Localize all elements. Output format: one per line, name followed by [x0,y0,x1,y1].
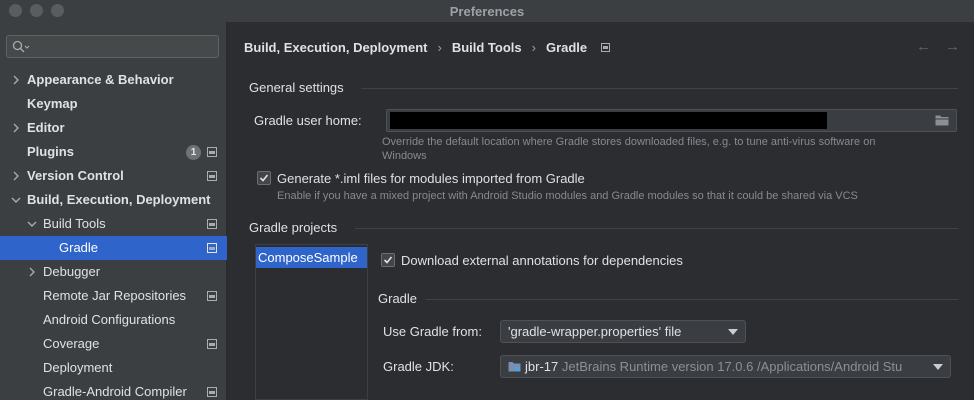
chevron-down-icon[interactable] [11,195,21,205]
jdk-folder-icon [508,362,521,372]
checkmark-icon [383,256,393,264]
jdk-detail: JetBrains Runtime version 17.0.6 /Applic… [561,359,903,374]
sidebar-item-label: Version Control [27,168,124,183]
settings-content: Build, Execution, Deployment › Build Too… [228,22,974,400]
selected-value: jbr-17 JetBrains Runtime version 17.0.6 … [508,359,902,374]
sidebar-item-remote-jar-repositories[interactable]: Remote Jar Repositories [0,284,227,308]
forward-arrow-icon[interactable]: → [945,38,960,55]
sidebar-item-appearance-behavior[interactable]: Appearance & Behavior [0,68,227,92]
window-title: Preferences [449,3,525,19]
sidebar-item-build-execution-deployment[interactable]: Build, Execution, Deployment [0,188,227,212]
minimize-window-button[interactable] [30,4,43,17]
project-level-icon [207,291,217,301]
project-level-icon [207,171,217,181]
sidebar-item-label: Gradle-Android Compiler [43,384,187,399]
back-arrow-icon[interactable]: ← [916,38,931,55]
breadcrumb-separator: › [531,40,536,55]
chevron-right-icon[interactable] [11,171,21,181]
generate-iml-label[interactable]: Generate *.iml files for modules importe… [277,171,585,186]
sidebar-item-build-tools[interactable]: Build Tools [0,212,227,236]
gradle-projects-list: ComposeSample [255,244,368,400]
sidebar-item-label: Build, Execution, Deployment [27,192,211,207]
gradle-user-home-label: Gradle user home: [254,113,362,128]
sidebar-item-label: Build Tools [43,216,106,231]
project-item-composesample[interactable]: ComposeSample [256,247,367,268]
sidebar-item-debugger[interactable]: Debugger [0,260,227,284]
gradle-projects-heading: Gradle projects [249,220,338,235]
gradle-jdk-label: Gradle JDK: [383,359,454,374]
folder-icon[interactable] [935,114,949,126]
download-annotations-checkbox[interactable] [381,253,395,267]
sidebar-item-label: Keymap [27,96,78,111]
sidebar-item-label: Debugger [43,264,101,279]
sidebar-item-gradle-android-compiler[interactable]: Gradle-Android Compiler [0,380,227,400]
chevron-down-icon[interactable] [27,219,37,229]
sidebar-item-label: Plugins [27,144,74,159]
breadcrumb-separator: › [437,40,442,55]
project-level-icon [207,147,217,157]
dropdown-arrow-icon [933,364,943,370]
sidebar-item-label: Gradle [59,240,99,255]
sidebar-item-plugins[interactable]: Plugins 1 [0,140,227,164]
dropdown-arrow-icon [728,329,738,335]
chevron-right-icon[interactable] [11,123,21,133]
project-level-icon [207,219,217,229]
sidebar-item-label: Coverage [43,336,100,351]
close-window-button[interactable] [9,4,22,17]
section-divider [361,88,958,89]
sidebar-item-editor[interactable]: Editor [0,116,227,140]
chevron-right-icon[interactable] [11,75,21,85]
sidebar-item-label: Deployment [43,360,113,375]
generate-iml-hint: Enable if you have a mixed project with … [277,190,858,202]
sidebar-item-gradle[interactable]: Gradle [0,236,227,260]
breadcrumb: Build, Execution, Deployment › Build Too… [244,40,611,55]
title-bar: Preferences [0,0,974,22]
sidebar-item-label: Remote Jar Repositories [43,288,187,303]
general-settings-heading: General settings [249,80,344,95]
project-level-icon [207,243,217,253]
hint-line: Override the default location where Grad… [382,136,876,148]
jdk-name: jbr-17 [525,359,559,374]
use-gradle-from-label: Use Gradle from: [383,324,482,339]
zoom-window-button[interactable] [51,4,64,17]
update-count-badge: 1 [186,145,201,160]
project-level-icon [207,339,217,349]
generate-iml-checkbox[interactable] [257,171,271,185]
settings-sidebar: Appearance & Behavior Keymap Editor Plug… [0,22,227,400]
sidebar-item-deployment[interactable]: Deployment [0,356,227,380]
search-input[interactable] [6,35,219,58]
checkmark-icon [259,174,269,182]
sidebar-item-label: Android Configurations [43,312,176,327]
use-gradle-from-select[interactable]: 'gradle-wrapper.properties' file [500,320,746,343]
navigation-arrows: ← → [916,38,960,55]
download-annotations-label[interactable]: Download external annotations for depend… [401,253,683,268]
selected-value: 'gradle-wrapper.properties' file [508,324,682,339]
gradle-user-home-hint: Override the default location where Grad… [382,135,962,163]
project-level-icon [601,43,611,52]
sidebar-item-android-configurations[interactable]: Android Configurations [0,308,227,332]
sidebar-item-label: Appearance & Behavior [27,72,174,87]
breadcrumb-item-current: Gradle [545,40,588,55]
sidebar-item-keymap[interactable]: Keymap [0,92,227,116]
breadcrumb-item[interactable]: Build, Execution, Deployment [244,40,427,55]
sidebar-item-label: Editor [27,120,65,135]
gradle-jdk-select[interactable]: jbr-17 JetBrains Runtime version 17.0.6 … [500,355,951,378]
hint-line: Windows [382,150,427,162]
gradle-user-home-field[interactable] [386,109,957,132]
breadcrumb-item[interactable]: Build Tools [452,40,522,55]
project-level-icon [207,387,217,397]
sidebar-item-version-control[interactable]: Version Control [0,164,227,188]
window-controls [9,4,64,17]
gradle-subsection-heading: Gradle [378,291,418,306]
section-divider [426,299,958,300]
search-icon [12,40,30,53]
redacted-path [390,112,827,129]
section-divider [355,228,958,229]
sidebar-item-coverage[interactable]: Coverage [0,332,227,356]
chevron-right-icon[interactable] [27,267,37,277]
